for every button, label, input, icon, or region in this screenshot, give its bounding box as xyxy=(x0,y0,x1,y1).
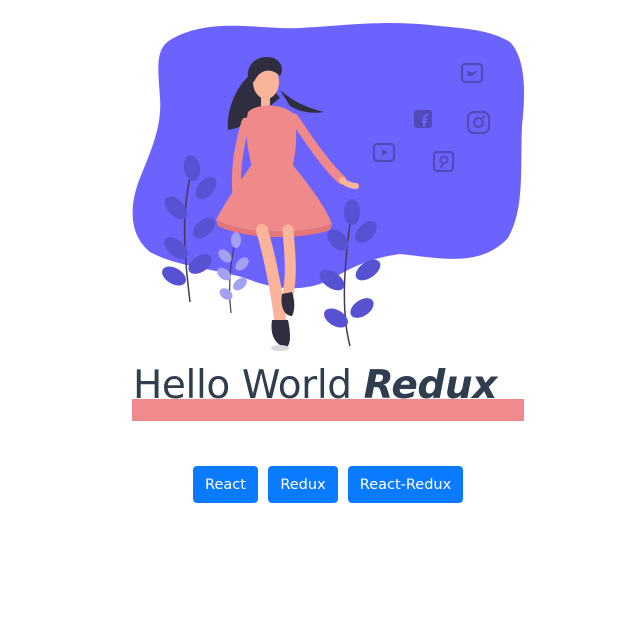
headline-block: Hello World Redux xyxy=(132,358,524,422)
headline-text: Hello World xyxy=(133,363,352,408)
facebook-icon xyxy=(414,110,432,128)
page: Hello World Redux React Redux React-Redu… xyxy=(0,0,626,627)
react-redux-button[interactable]: React-Redux xyxy=(348,466,463,503)
page-title: Hello World Redux xyxy=(133,360,497,412)
headline-brand: Redux xyxy=(363,363,498,408)
button-row: React Redux React-Redux xyxy=(193,466,463,503)
redux-button[interactable]: Redux xyxy=(268,466,338,503)
hero-illustration xyxy=(132,23,525,351)
react-button[interactable]: React xyxy=(193,466,258,503)
